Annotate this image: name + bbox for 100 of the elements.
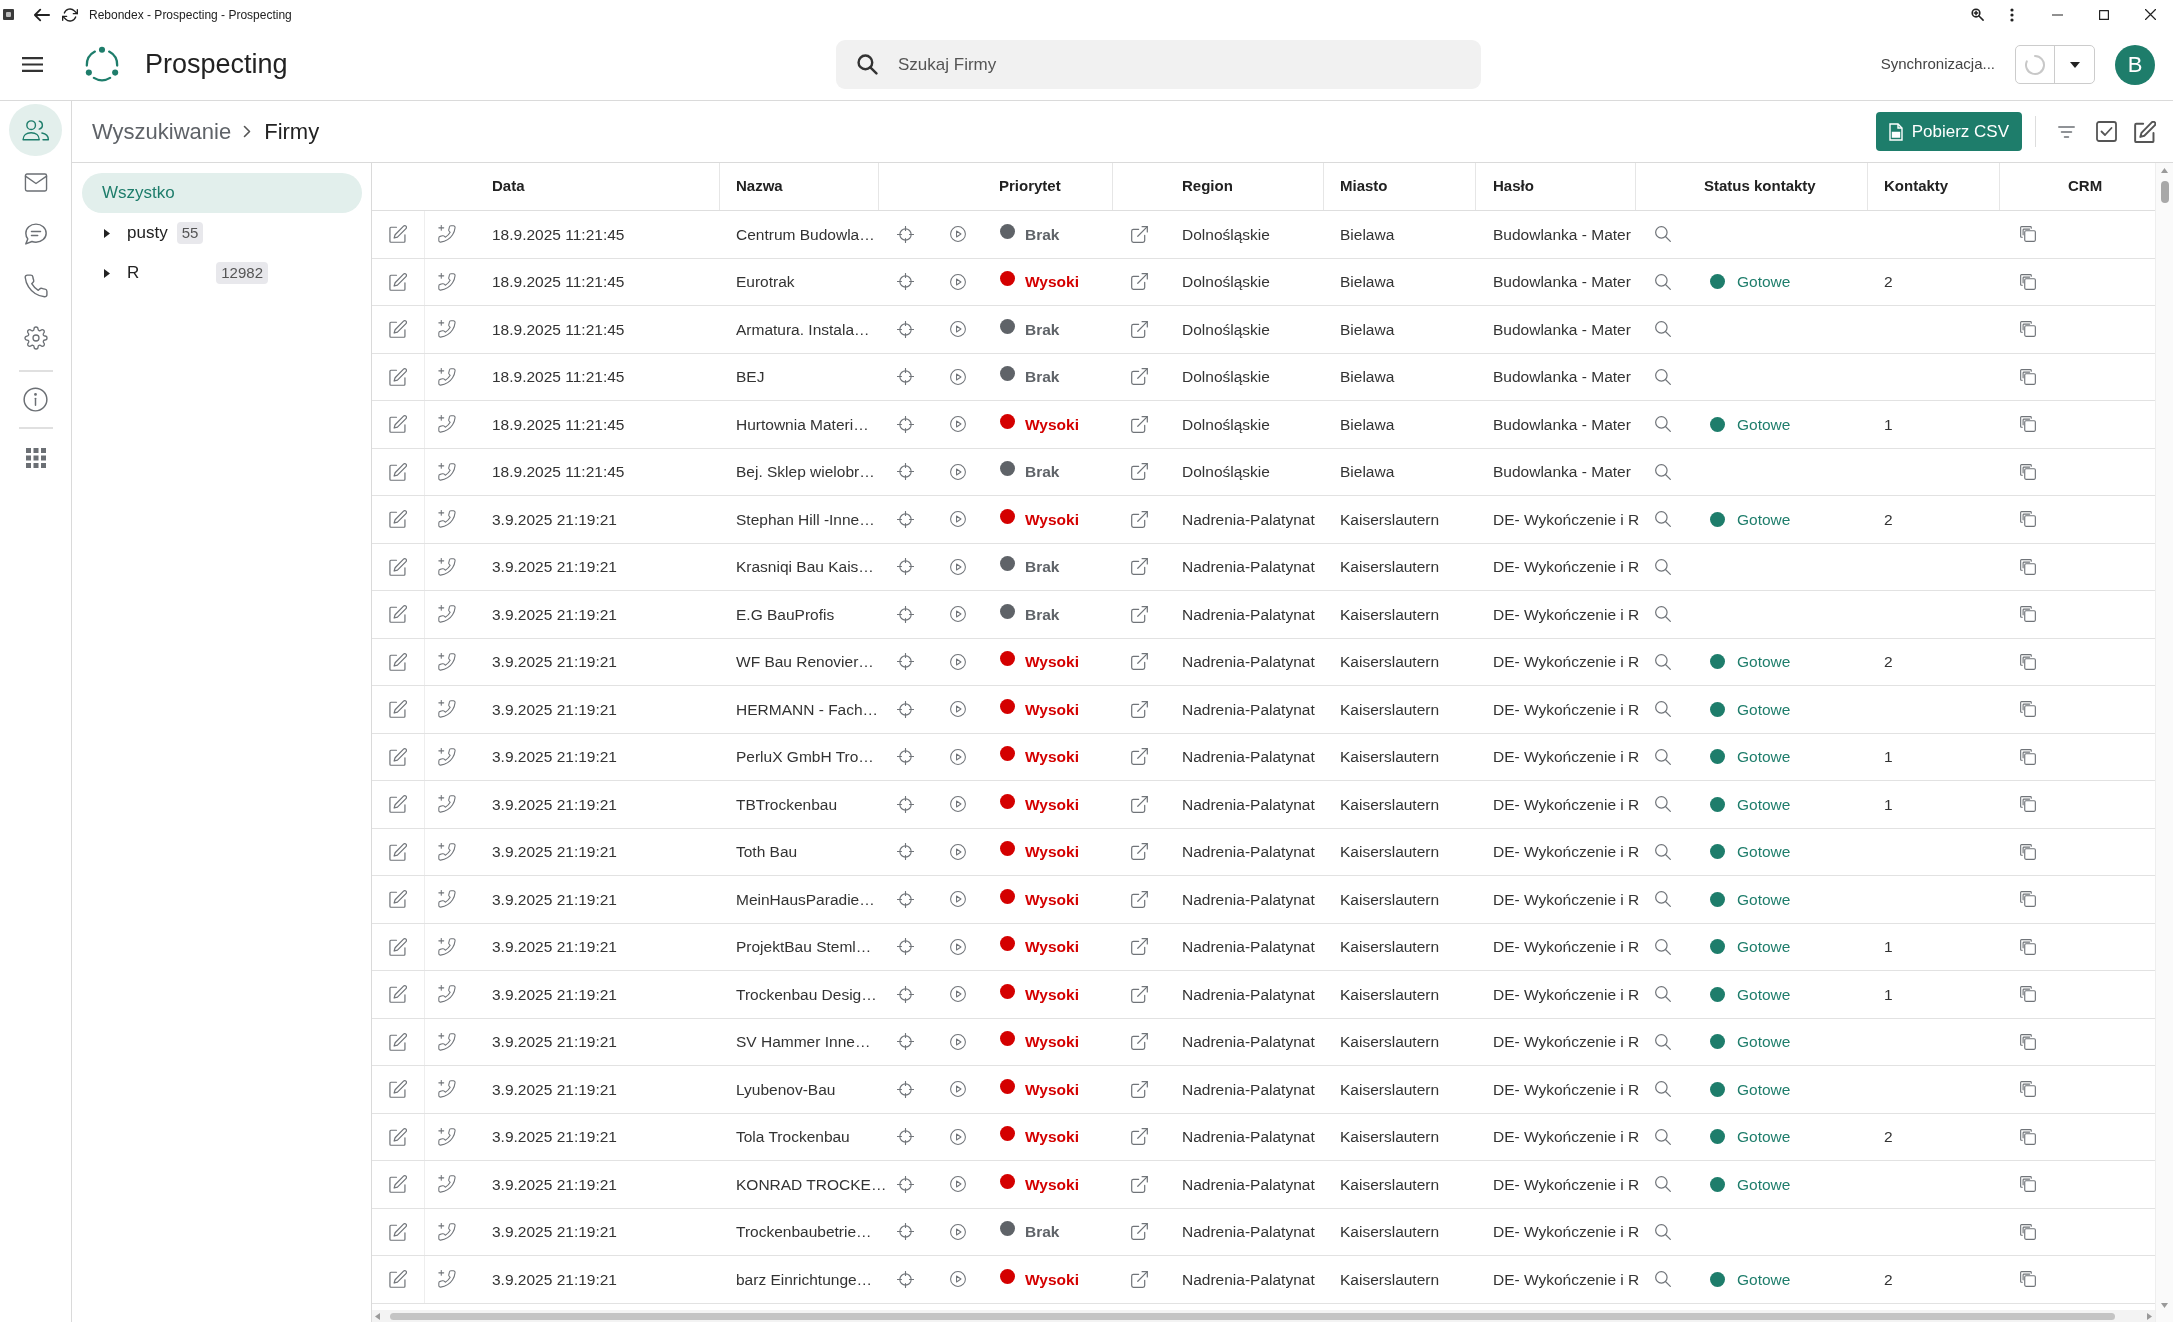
edit-icon[interactable] (2134, 120, 2156, 143)
search-icon[interactable] (1655, 1271, 1671, 1288)
copy-icon[interactable] (2020, 1176, 2036, 1193)
copy-icon[interactable] (2020, 986, 2036, 1003)
play-icon[interactable] (950, 606, 966, 623)
external-link-icon[interactable] (1130, 1223, 1148, 1241)
copy-icon[interactable] (2020, 226, 2036, 243)
phone-plus-icon[interactable] (438, 842, 456, 861)
external-link-icon[interactable] (1130, 510, 1148, 528)
phone-plus-icon[interactable] (438, 747, 456, 766)
edit-icon[interactable] (389, 272, 407, 291)
target-icon[interactable] (896, 510, 914, 528)
checkbox-icon[interactable] (2096, 121, 2117, 142)
scroll-up-icon[interactable] (2161, 168, 2168, 173)
edit-icon[interactable] (389, 652, 407, 671)
edit-icon[interactable] (389, 700, 407, 719)
caret-down-icon[interactable] (2069, 61, 2080, 68)
external-link-icon[interactable] (1130, 320, 1148, 338)
external-link-icon[interactable] (1130, 415, 1148, 433)
edit-icon[interactable] (389, 462, 407, 481)
copy-icon[interactable] (2020, 796, 2036, 813)
filter-item[interactable]: Wszystko (82, 173, 362, 213)
phone-plus-icon[interactable] (438, 937, 456, 956)
target-icon[interactable] (896, 605, 914, 623)
external-link-icon[interactable] (1130, 795, 1148, 813)
copy-icon[interactable] (2020, 463, 2036, 480)
copy-icon[interactable] (2020, 653, 2036, 670)
phone-plus-icon[interactable] (438, 652, 456, 671)
target-icon[interactable] (896, 795, 914, 813)
play-icon[interactable] (950, 463, 966, 480)
search-field[interactable]: Szukaj Firmy (836, 40, 1481, 89)
phone-plus-icon[interactable] (438, 605, 456, 624)
target-icon[interactable] (896, 415, 914, 433)
edit-icon[interactable] (389, 1270, 407, 1289)
search-icon[interactable] (1655, 843, 1671, 860)
phone-plus-icon[interactable] (438, 557, 456, 576)
search-icon[interactable] (1655, 226, 1671, 243)
search-icon[interactable] (1655, 748, 1671, 765)
play-icon[interactable] (950, 653, 966, 670)
column-header[interactable]: CRM (2068, 175, 2103, 198)
search-icon[interactable] (1655, 1033, 1671, 1050)
search-icon[interactable] (1655, 1081, 1671, 1098)
copy-icon[interactable] (2020, 748, 2036, 765)
target-icon[interactable] (896, 463, 914, 481)
phone-plus-icon[interactable] (438, 1127, 456, 1146)
target-icon[interactable] (896, 700, 914, 718)
search-icon[interactable] (1655, 273, 1671, 290)
copy-icon[interactable] (2020, 368, 2036, 385)
search-icon[interactable] (1655, 416, 1671, 433)
column-header[interactable]: Data (492, 175, 525, 198)
phone-plus-icon[interactable] (438, 890, 456, 909)
target-icon[interactable] (896, 938, 914, 956)
column-header[interactable]: Region (1182, 175, 1233, 198)
target-icon[interactable] (896, 368, 914, 386)
edit-icon[interactable] (389, 1222, 407, 1241)
target-icon[interactable] (896, 1033, 914, 1051)
play-icon[interactable] (950, 748, 966, 765)
scroll-left-icon[interactable] (375, 1312, 380, 1320)
copy-icon[interactable] (2020, 701, 2036, 718)
copy-icon[interactable] (2020, 558, 2036, 575)
play-icon[interactable] (950, 938, 966, 955)
play-icon[interactable] (950, 701, 966, 718)
external-link-icon[interactable] (1130, 1175, 1148, 1193)
target-icon[interactable] (896, 225, 914, 243)
scroll-down-icon[interactable] (2161, 1303, 2168, 1308)
search-icon[interactable] (1655, 558, 1671, 575)
external-link-icon[interactable] (1130, 1270, 1148, 1288)
play-icon[interactable] (950, 891, 966, 908)
target-icon[interactable] (896, 1080, 914, 1098)
phone-plus-icon[interactable] (438, 985, 456, 1004)
phone-plus-icon[interactable] (438, 1032, 456, 1051)
copy-icon[interactable] (2020, 1223, 2036, 1240)
edit-icon[interactable] (389, 557, 407, 576)
copy-icon[interactable] (2020, 416, 2036, 433)
external-link-icon[interactable] (1130, 1033, 1148, 1051)
edit-icon[interactable] (389, 795, 407, 814)
column-header[interactable]: Miasto (1340, 175, 1388, 198)
caret-right-icon[interactable] (104, 228, 110, 238)
search-icon[interactable] (1655, 891, 1671, 908)
vertical-scrollbar[interactable] (2155, 163, 2173, 1322)
copy-icon[interactable] (2020, 843, 2036, 860)
edit-icon[interactable] (389, 985, 407, 1004)
back-arrow-icon[interactable] (34, 6, 50, 23)
external-link-icon[interactable] (1130, 748, 1148, 766)
search-icon[interactable] (1655, 368, 1671, 385)
phone-plus-icon[interactable] (438, 1270, 456, 1289)
search-icon[interactable] (1655, 938, 1671, 955)
target-icon[interactable] (896, 890, 914, 908)
play-icon[interactable] (950, 321, 966, 338)
play-icon[interactable] (950, 1176, 966, 1193)
phone-plus-icon[interactable] (438, 510, 456, 529)
user-avatar[interactable]: B (2115, 44, 2155, 85)
target-icon[interactable] (896, 653, 914, 671)
edit-icon[interactable] (389, 367, 407, 386)
play-icon[interactable] (950, 558, 966, 575)
search-icon[interactable] (1655, 986, 1671, 1003)
play-icon[interactable] (950, 416, 966, 433)
target-icon[interactable] (896, 1223, 914, 1241)
play-icon[interactable] (950, 843, 966, 860)
search-icon[interactable] (1655, 653, 1671, 670)
